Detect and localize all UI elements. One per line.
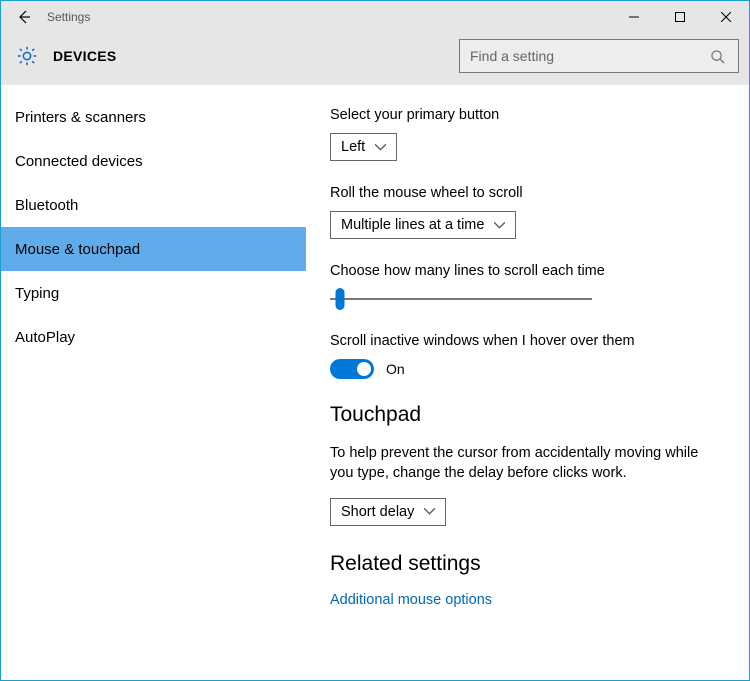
toggle-knob	[357, 362, 371, 376]
search-input[interactable]: Find a setting	[459, 39, 739, 73]
scroll-lines-group: Choose how many lines to scroll each tim…	[330, 263, 721, 309]
sidebar-item-connected-devices[interactable]: Connected devices	[1, 139, 306, 183]
window-title: Settings	[47, 10, 90, 24]
scroll-lines-label: Choose how many lines to scroll each tim…	[330, 263, 721, 279]
related-settings-heading: Related settings	[330, 552, 721, 576]
content: Select your primary button Left Roll the…	[306, 85, 749, 680]
slider-track	[330, 298, 592, 300]
primary-button-label: Select your primary button	[330, 107, 721, 123]
sidebar-item-typing[interactable]: Typing	[1, 271, 306, 315]
page-title: DEVICES	[53, 48, 117, 64]
search-icon	[710, 49, 728, 64]
touchpad-delay-value: Short delay	[341, 504, 414, 520]
arrow-left-icon	[16, 9, 32, 25]
inactive-scroll-toggle[interactable]	[330, 359, 374, 379]
inactive-scroll-label: Scroll inactive windows when I hover ove…	[330, 333, 721, 349]
sidebar-item-label: Mouse & touchpad	[15, 241, 140, 258]
minimize-icon	[629, 12, 639, 22]
slider-thumb[interactable]	[336, 288, 345, 310]
inactive-scroll-group: Scroll inactive windows when I hover ove…	[330, 333, 721, 379]
sidebar-item-printers-scanners[interactable]: Printers & scanners	[1, 95, 306, 139]
gear-icon	[15, 44, 39, 68]
chevron-down-icon	[494, 222, 505, 229]
sidebar-item-bluetooth[interactable]: Bluetooth	[1, 183, 306, 227]
additional-mouse-options-link[interactable]: Additional mouse options	[330, 592, 721, 608]
minimize-button[interactable]	[611, 1, 657, 33]
scroll-mode-select[interactable]: Multiple lines at a time	[330, 211, 516, 239]
search-placeholder: Find a setting	[470, 48, 710, 64]
sidebar-item-label: Typing	[15, 285, 59, 302]
maximize-icon	[675, 12, 685, 22]
sidebar-item-label: Printers & scanners	[15, 109, 146, 126]
sidebar-item-autoplay[interactable]: AutoPlay	[1, 315, 306, 359]
sidebar: Printers & scanners Connected devices Bl…	[1, 85, 306, 680]
sidebar-item-mouse-touchpad[interactable]: Mouse & touchpad	[1, 227, 306, 271]
primary-button-group: Select your primary button Left	[330, 107, 721, 161]
scroll-lines-slider[interactable]	[330, 289, 592, 309]
close-icon	[721, 12, 731, 22]
scroll-mode-label: Roll the mouse wheel to scroll	[330, 185, 721, 201]
touchpad-delay-select[interactable]: Short delay	[330, 498, 446, 526]
touchpad-delay-help: To help prevent the cursor from accident…	[330, 443, 710, 484]
close-button[interactable]	[703, 1, 749, 33]
chevron-down-icon	[424, 508, 435, 515]
scroll-mode-value: Multiple lines at a time	[341, 217, 484, 233]
touchpad-heading: Touchpad	[330, 403, 721, 427]
header: DEVICES Find a setting	[1, 33, 749, 85]
primary-button-value: Left	[341, 139, 365, 155]
sidebar-item-label: AutoPlay	[15, 329, 75, 346]
back-button[interactable]	[1, 1, 47, 33]
primary-button-select[interactable]: Left	[330, 133, 397, 161]
chevron-down-icon	[375, 144, 386, 151]
maximize-button[interactable]	[657, 1, 703, 33]
titlebar: Settings	[1, 1, 749, 33]
sidebar-item-label: Bluetooth	[15, 197, 78, 214]
sidebar-item-label: Connected devices	[15, 153, 143, 170]
scroll-mode-group: Roll the mouse wheel to scroll Multiple …	[330, 185, 721, 239]
inactive-scroll-value: On	[386, 361, 405, 377]
